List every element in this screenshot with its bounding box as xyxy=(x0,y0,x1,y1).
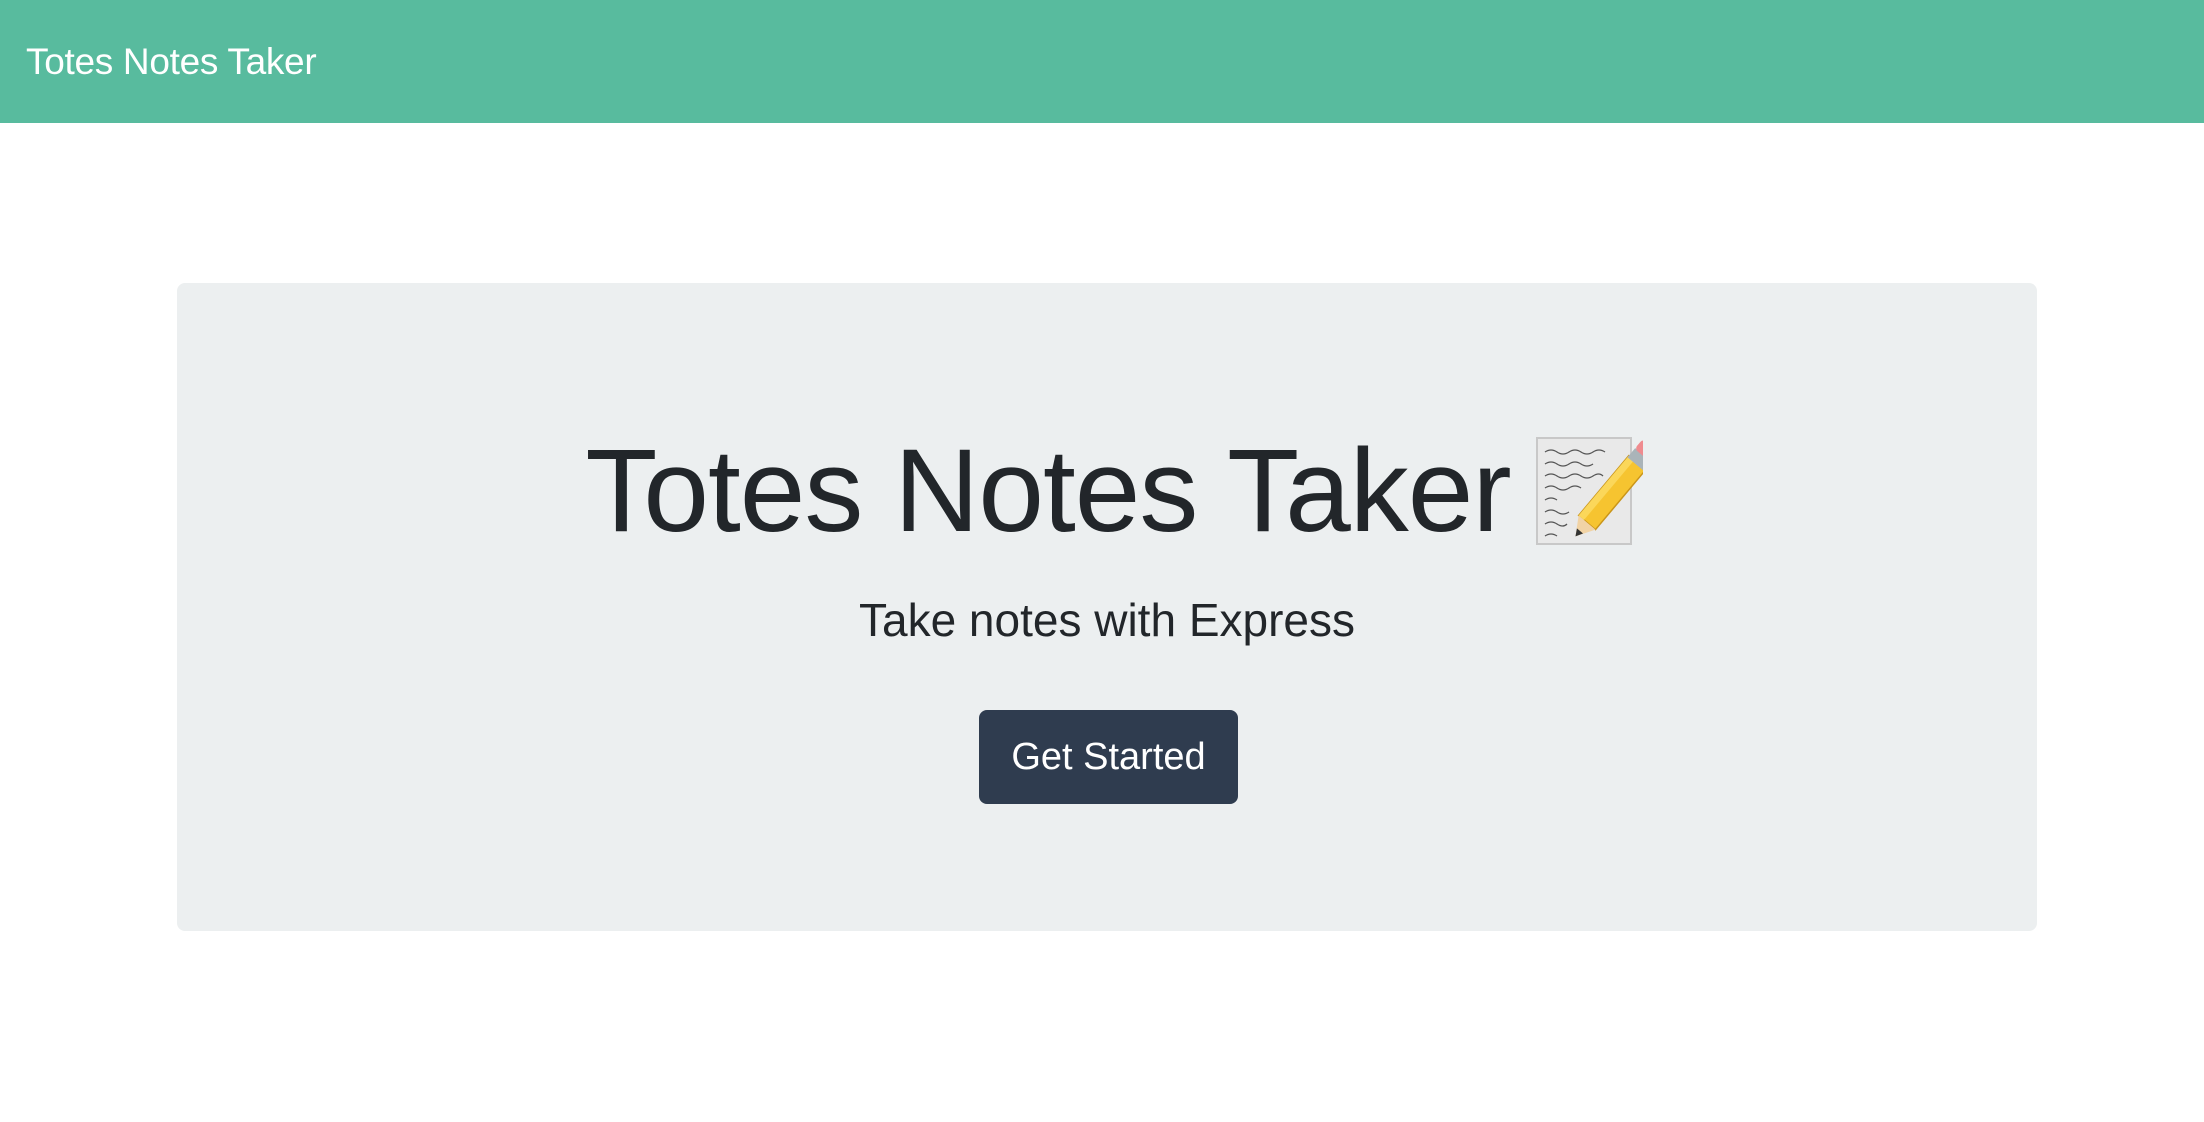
page-title-text: Totes Notes Taker xyxy=(585,424,1511,557)
navbar-brand-link[interactable]: Totes Notes Taker xyxy=(26,41,317,83)
top-navbar: Totes Notes Taker xyxy=(0,0,2204,123)
get-started-button[interactable]: Get Started xyxy=(979,710,1238,804)
page-title: Totes Notes Taker xyxy=(177,423,2037,550)
memo-pencil-icon xyxy=(1533,436,1643,546)
hero-subtitle: Take notes with Express xyxy=(858,594,1355,646)
hero-jumbotron: Totes Notes Taker Take notes with Expres… xyxy=(177,283,2037,931)
